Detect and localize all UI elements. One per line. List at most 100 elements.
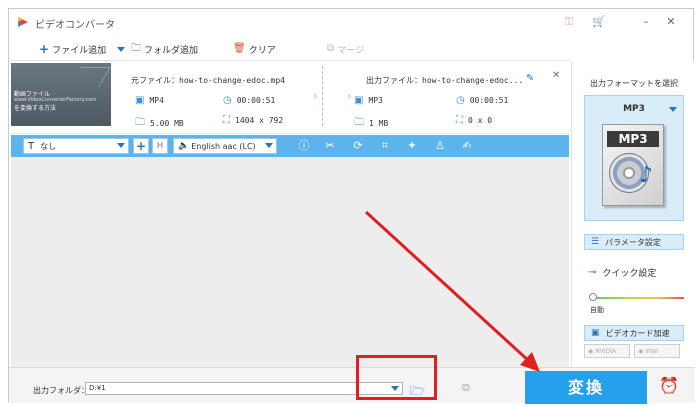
source-file-name: 元ファイル：how-to-change-edoc.mp4 [131,75,285,86]
output-folder-label: 出力フォルダ： [33,386,89,395]
nvidia-label: NVIDIA [595,347,617,355]
gpu-icon: ▣ [591,328,600,338]
file-row[interactable]: 動画ファイル www.VideoConverterFactory.com を変換… [11,62,569,134]
text-icon: T [28,140,35,152]
parameter-settings-label: パラメータ設定 [605,237,661,247]
nvidia-option[interactable]: ◉ NVIDIA [584,344,630,358]
close-button[interactable]: ✕ [664,15,678,29]
rotate-icon[interactable]: ⟳ [351,139,365,153]
clear-button[interactable]: 🗑 クリア [233,41,276,57]
source-duration: ◷ 00:00:51 [223,95,275,106]
trash-icon: 🗑 [233,43,246,54]
edit-name-icon[interactable]: ✎ [526,73,534,84]
chevron-right-icon: › [313,89,318,103]
chevron-down-icon [117,143,125,148]
chevron-down-icon-3[interactable] [669,107,677,112]
video-format-icon: ▣ [135,95,145,106]
bottom-bar: 出力フォルダ： D:¥1 🗁 ⧉ 変換 ⏰ [9,367,695,404]
chevron-down-icon-2 [265,143,273,148]
source-format-value: MP4 [149,96,164,105]
folder-size-icon: 🗀 [135,117,145,128]
source-resolution-value: 1404 x 792 [235,116,284,125]
minimize-button[interactable]: – [639,15,653,29]
cart-icon[interactable]: 🛒 [591,14,607,30]
source-file-value: how-to-change-edoc.mp4 [179,76,285,85]
intel-label: Intel [645,347,659,355]
alarm-clock-icon[interactable]: ⏰ [659,376,679,395]
mp3-format-icon: MP3 ♪ [602,124,664,206]
info-icon[interactable]: ⓘ [297,139,311,153]
output-file-value: how-to-change-edoc... [422,76,524,85]
merge-output-icon[interactable]: ⧉ [462,381,470,395]
plus-icon: + [39,42,50,56]
convert-button[interactable]: 変換 [525,371,647,404]
title-bar: ビデオコンバータ ⚿ 🛒 – ✕ [9,9,693,35]
clock-icon: ◷ [223,95,232,106]
audio-format-icon: ▣ [354,95,364,106]
merge-button[interactable]: ⧉ マージ [327,41,364,57]
remove-file-icon[interactable]: ✕ [552,70,560,81]
nvidia-icon: ◉ [588,347,594,355]
add-file-dropdown-icon[interactable] [117,47,125,52]
audio-track-select[interactable]: 🔈 English aac (LC) [173,138,277,154]
subtitle-value: なし [40,141,57,151]
quick-settings-label: クイック設定 [602,269,657,279]
thumbnail-decoration [69,67,111,87]
output-format-value: MP3 [368,96,383,105]
subtitle-edit-icon[interactable]: ✍ [460,139,474,153]
merge-label: マージ [337,45,364,56]
output-file-label: 出力ファイル： [366,76,422,85]
add-folder-icon: 🗀 [131,43,141,54]
key-icon[interactable]: ⚿ [561,14,577,30]
file-list-area[interactable] [11,157,569,367]
parameter-settings-button[interactable]: ☰ パラメータ設定 [584,234,684,250]
add-folder-label: フォルダ追加 [144,45,199,56]
sliders-icon: ☰ [591,237,600,247]
output-size-value: 1 MB [369,119,389,128]
format-card[interactable]: MP3 MP3 ♪ [584,95,684,221]
add-subtitle-button[interactable]: + [133,138,149,154]
quality-slider[interactable] [592,297,684,299]
subtitle-select[interactable]: T なし [23,138,129,154]
gpu-accel-label: ビデオカード加速 [605,328,670,338]
folder-size-icon-2: 🗀 [354,117,364,128]
mp3-banner: MP3 [607,131,659,147]
output-folder-value: D:¥1 [89,384,106,392]
toolbar: + ファイル追加 🗀 フォルダ追加 🗑 クリア ⧉ マージ [9,37,570,61]
speaker-icon: 🔈 [178,141,190,151]
merge-icon: ⧉ [327,43,335,54]
divider [322,66,323,126]
watermark-icon[interactable]: ♙ [433,139,447,153]
annotation-highlight-box [356,355,437,400]
output-format: ▣ MP3 [354,95,383,106]
app-title: ビデオコンバータ [35,20,115,31]
resolution-icon-2: ⛶ [456,115,463,126]
crop-icon[interactable]: ⌗ [378,139,392,153]
source-file-label: 元ファイル： [131,76,179,85]
add-folder-button[interactable]: 🗀 フォルダ追加 [131,41,198,57]
quick-settings: ⊸ クイック設定 [588,266,656,279]
intel-option[interactable]: ◉ Intel [634,344,680,358]
thumbnail-text-3: を変換する方法 [14,105,57,112]
source-size: 🗀 5.00 MB [135,115,184,132]
format-sidebar: 出力フォーマットを選択 MP3 MP3 ♪ ☰ パラメータ設定 ⊸ クイック設定… [571,61,694,367]
video-thumbnail[interactable]: 動画ファイル www.VideoConverterFactory.com を変換… [11,63,111,126]
source-resolution: ⛶ 1404 x 792 [223,115,283,126]
source-duration-value: 00:00:51 [236,96,276,105]
app-logo-icon [18,17,28,27]
resolution-icon: ⛶ [223,115,230,126]
effects-wand-icon[interactable]: ✦ [405,139,419,153]
add-file-label: ファイル追加 [52,45,107,56]
output-duration: ◷ 00:00:51 [456,95,508,106]
app-window: ビデオコンバータ ⚿ 🛒 – ✕ + ファイル追加 🗀 フォルダ追加 🗑 クリア… [8,8,695,404]
add-file-button[interactable]: + ファイル追加 [39,41,106,57]
scissors-icon[interactable]: ✂ [323,139,337,153]
quality-slider-knob[interactable] [589,293,597,301]
gpu-accel-button[interactable]: ▣ ビデオカード加速 [584,325,684,341]
hardsub-button[interactable]: H [152,138,168,154]
clear-label: クリア [248,45,276,56]
music-note-icon: ♪ [639,163,654,188]
intel-icon: ◉ [638,347,644,355]
slider-auto-label: 自動 [590,306,604,314]
output-size: 🗀 1 MB [354,115,388,132]
